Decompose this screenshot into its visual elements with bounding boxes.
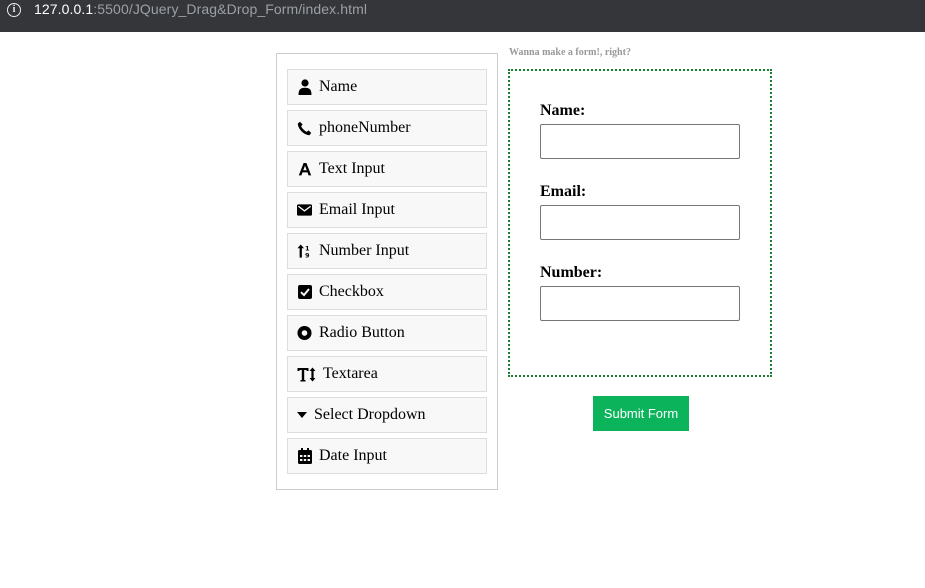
number-field-label: Number: — [540, 264, 603, 281]
palette-item-label: Date Input — [319, 447, 387, 464]
email-input[interactable] — [540, 205, 740, 240]
palette-item-checkbox[interactable]: Checkbox — [287, 274, 487, 310]
palette-item-label: Checkbox — [319, 283, 384, 300]
form-drop-zone[interactable]: Name: Email: Number: — [508, 69, 772, 377]
caret-down-icon — [297, 407, 307, 424]
browser-address-bar[interactable]: i 127.0.0.1:5500/JQuery_Drag&Drop_Form/i… — [0, 0, 925, 32]
calendar-icon — [297, 448, 312, 465]
palette-item-label: Number Input — [319, 242, 410, 259]
palette-item-email-input[interactable]: Email Input — [287, 192, 487, 228]
palette-item-label: Name — [319, 78, 358, 95]
font-icon — [297, 161, 312, 178]
email-field-label: Email: — [540, 183, 587, 200]
check-square-icon — [297, 284, 312, 301]
palette-item-name[interactable]: Name — [287, 69, 487, 105]
palette-item-label: Text Input — [319, 160, 385, 177]
sort-numeric-icon: 19 — [297, 243, 312, 260]
text-height-icon — [297, 366, 316, 383]
info-icon[interactable]: i — [7, 3, 21, 17]
palette-item-text-input[interactable]: Text Input — [287, 151, 487, 187]
palette-item-radio-button[interactable]: Radio Button — [287, 315, 487, 351]
url-host: 127.0.0.1 — [34, 1, 94, 17]
form-heading: Wanna make a form!, right? — [509, 47, 631, 58]
palette-item-number-input[interactable]: 19 Number Input — [287, 233, 487, 269]
url-path: :5500/JQuery_Drag&Drop_Form/index.html — [93, 1, 368, 17]
palette-item-label: phoneNumber — [319, 119, 411, 136]
phone-icon — [297, 120, 312, 137]
name-field-label: Name: — [540, 102, 586, 119]
palette-item-label: Select Dropdown — [314, 406, 426, 423]
palette-item-label: Textarea — [323, 365, 378, 382]
name-input[interactable] — [540, 124, 740, 159]
submit-form-button[interactable]: Submit Form — [593, 396, 689, 431]
url-text[interactable]: 127.0.0.1:5500/JQuery_Drag&Drop_Form/ind… — [34, 1, 367, 17]
svg-text:9: 9 — [305, 252, 310, 259]
dot-circle-icon — [297, 325, 312, 342]
user-icon — [297, 79, 312, 96]
palette-item-textarea[interactable]: Textarea — [287, 356, 487, 392]
palette-item-select-dropdown[interactable]: Select Dropdown — [287, 397, 487, 433]
palette-item-phone-number[interactable]: phoneNumber — [287, 110, 487, 146]
field-palette: Name phoneNumber Text Input Email Input … — [276, 53, 498, 490]
palette-item-date-input[interactable]: Date Input — [287, 438, 487, 474]
envelope-icon — [297, 202, 312, 219]
palette-item-label: Email Input — [319, 201, 395, 218]
number-input[interactable] — [540, 286, 740, 321]
palette-item-label: Radio Button — [319, 324, 405, 341]
